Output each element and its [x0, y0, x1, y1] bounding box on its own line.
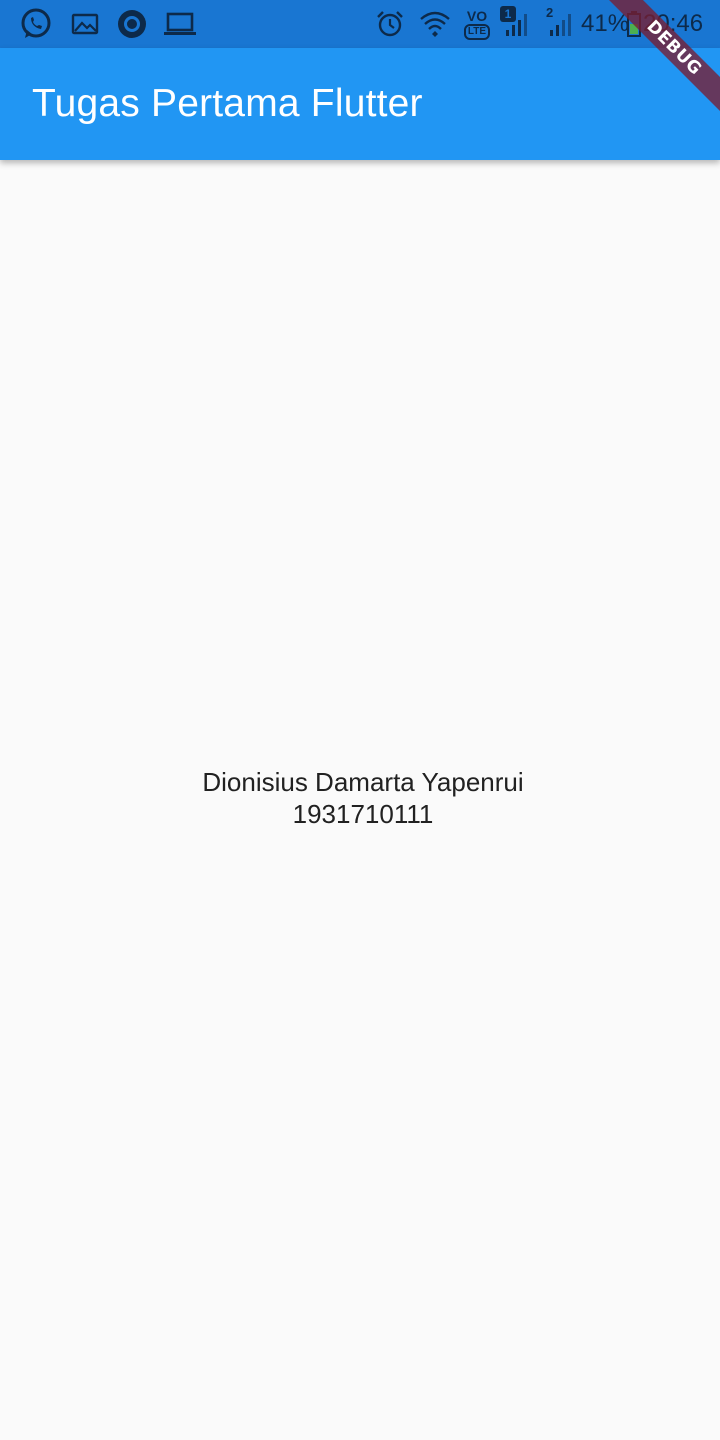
sim1-badge: 1	[500, 6, 516, 22]
wifi-icon	[418, 8, 452, 40]
page-body: Dionisius Damarta Yapenrui 1931710111	[0, 160, 720, 1440]
laptop-icon	[162, 8, 198, 40]
volte-icon: VO LTE	[462, 8, 492, 40]
whatsapp-icon	[18, 8, 54, 40]
battery-percent: 41%	[581, 10, 630, 37]
app-bar: Tugas Pertama Flutter	[0, 48, 720, 160]
circle-app-icon	[116, 8, 148, 40]
student-name: Dionisius Damarta Yapenrui	[202, 767, 524, 797]
clock-time: 20:46	[643, 10, 704, 37]
status-bar: VO LTE 1 2 41% 20:46	[0, 0, 720, 48]
battery-icon	[627, 8, 641, 40]
gallery-icon	[70, 8, 100, 40]
volte-label: VO	[466, 7, 488, 24]
student-info: Dionisius Damarta Yapenrui 1931710111	[0, 766, 720, 830]
app-screen: VO LTE 1 2 41% 20:46 Tugas Pertama Flutt…	[0, 0, 720, 1440]
student-id: 1931710111	[292, 799, 434, 829]
lte-label: LTE	[463, 23, 491, 40]
alarm-icon	[374, 8, 406, 40]
sim2-badge: 2	[546, 5, 554, 20]
app-bar-title: Tugas Pertama Flutter	[32, 82, 423, 125]
